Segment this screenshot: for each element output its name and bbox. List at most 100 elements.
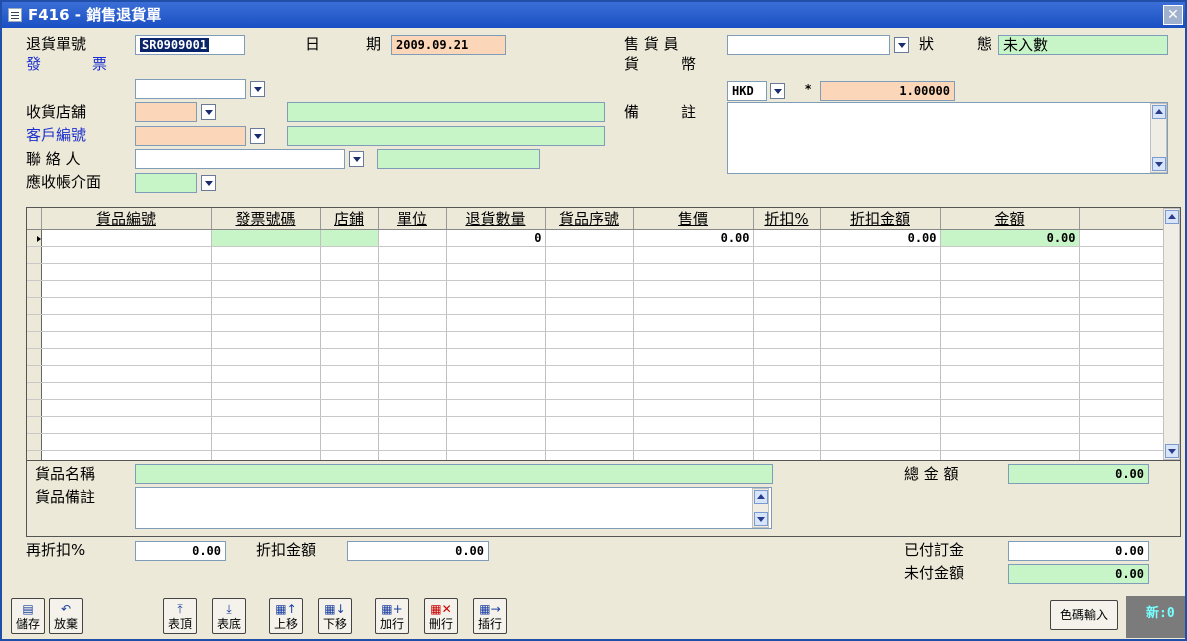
contact-dropdown-icon[interactable]	[349, 151, 364, 167]
grid-cell[interactable]	[446, 280, 546, 298]
table-row[interactable]	[27, 331, 1165, 349]
grid-cell[interactable]	[446, 450, 546, 460]
grid-cell[interactable]	[545, 365, 634, 383]
table-row[interactable]	[27, 433, 1165, 451]
discount-amount-field[interactable]: 0.00	[347, 541, 489, 561]
grid-cell[interactable]	[940, 297, 1080, 315]
grid-cell[interactable]	[211, 433, 321, 451]
contact-field[interactable]	[135, 149, 345, 169]
grid-header-col-6[interactable]: 售價	[633, 208, 754, 230]
grid-cell[interactable]	[378, 382, 447, 400]
discard-button[interactable]: ↶ 放棄	[49, 598, 83, 634]
grid-cell[interactable]	[545, 280, 634, 298]
grid-cell[interactable]	[320, 450, 379, 460]
grid-cell[interactable]	[378, 314, 447, 332]
grid-cell[interactable]	[41, 399, 212, 417]
grid-cell[interactable]	[753, 263, 821, 281]
grid-cell[interactable]	[820, 382, 941, 400]
invoice-field[interactable]	[135, 79, 246, 99]
grid-cell[interactable]	[378, 280, 447, 298]
grid-cell[interactable]	[41, 314, 212, 332]
table-row[interactable]	[27, 399, 1165, 417]
grid-cell[interactable]	[545, 229, 634, 247]
grid-cell[interactable]	[378, 365, 447, 383]
grid-cell[interactable]	[820, 365, 941, 383]
store-dropdown-icon[interactable]	[201, 104, 216, 120]
grid-cell[interactable]	[820, 314, 941, 332]
invoice-dropdown-icon[interactable]	[250, 81, 265, 97]
remarks-scroll-down-icon[interactable]	[754, 512, 768, 526]
grid-scroll-down-icon[interactable]	[1165, 444, 1179, 458]
grid-cell[interactable]	[41, 416, 212, 434]
grid-cell[interactable]	[753, 399, 821, 417]
grid-cell[interactable]	[378, 348, 447, 366]
customer-label[interactable]: 客戶編號	[26, 124, 86, 145]
table-row[interactable]	[27, 263, 1165, 281]
row-indicator[interactable]	[27, 416, 42, 434]
table-row[interactable]	[27, 280, 1165, 298]
grid-cell[interactable]	[320, 263, 379, 281]
grid-cell[interactable]	[41, 280, 212, 298]
grid-cell[interactable]	[820, 331, 941, 349]
grid-cell[interactable]	[940, 246, 1080, 264]
grid-cell[interactable]	[820, 416, 941, 434]
grid-cell[interactable]	[940, 263, 1080, 281]
grid-cell[interactable]	[633, 280, 754, 298]
grid-cell[interactable]	[378, 263, 447, 281]
grid-cell[interactable]	[820, 348, 941, 366]
grid-cell[interactable]	[446, 399, 546, 417]
grid-cell[interactable]	[378, 433, 447, 451]
grid-header-col-0[interactable]: 貨品編號	[41, 208, 212, 230]
table-row[interactable]	[27, 382, 1165, 400]
grid-cell[interactable]	[940, 399, 1080, 417]
table-row[interactable]	[27, 348, 1165, 366]
grid-cell[interactable]	[820, 246, 941, 264]
grid-cell[interactable]	[633, 297, 754, 315]
grid-cell[interactable]	[378, 416, 447, 434]
grid-cell[interactable]	[545, 297, 634, 315]
insert-row-button[interactable]: ▦→ 插行	[473, 598, 507, 634]
grid-cell[interactable]	[545, 399, 634, 417]
grid-cell[interactable]	[545, 433, 634, 451]
grid-header-col-1[interactable]: 發票號碼	[211, 208, 321, 230]
grid-cell[interactable]	[820, 450, 941, 460]
grid-cell[interactable]	[753, 246, 821, 264]
grid-cell[interactable]	[320, 433, 379, 451]
grid-cell[interactable]	[820, 280, 941, 298]
grid-cell[interactable]	[633, 246, 754, 264]
date-field[interactable]: 2009.09.21	[391, 35, 506, 55]
grid-cell[interactable]	[633, 314, 754, 332]
return-no-field[interactable]: SR0909001	[135, 35, 245, 55]
table-row[interactable]	[27, 416, 1165, 434]
grid-cell[interactable]: 0	[446, 229, 546, 247]
grid-cell[interactable]	[633, 399, 754, 417]
grid-header-col-8[interactable]: 折扣金額	[820, 208, 941, 230]
save-button[interactable]: ▤ 儲存	[11, 598, 45, 634]
ar-interface-dropdown-icon[interactable]	[201, 175, 216, 191]
grid-cell[interactable]	[378, 399, 447, 417]
grid-cell[interactable]	[820, 399, 941, 417]
grid-cell[interactable]	[446, 314, 546, 332]
grid-cell[interactable]	[446, 331, 546, 349]
grid-cell[interactable]	[446, 263, 546, 281]
grid-cell[interactable]	[41, 297, 212, 315]
table-row[interactable]	[27, 246, 1165, 264]
grid-cell[interactable]	[378, 246, 447, 264]
grid-cell[interactable]	[320, 314, 379, 332]
grid-cell[interactable]	[753, 433, 821, 451]
exchange-rate-field[interactable]: 1.00000	[820, 81, 955, 101]
grid-cell[interactable]	[940, 450, 1080, 460]
row-indicator[interactable]	[27, 331, 42, 349]
grid-cell[interactable]	[753, 280, 821, 298]
grid-cell[interactable]	[378, 450, 447, 460]
grid-cell[interactable]	[940, 331, 1080, 349]
grid-cell[interactable]	[753, 382, 821, 400]
scroll-up-icon[interactable]	[1152, 105, 1166, 119]
grid-cell[interactable]	[545, 263, 634, 281]
remarks-scrollbar[interactable]	[1150, 103, 1167, 173]
invoice-label-part2[interactable]: 票	[92, 53, 107, 74]
row-indicator[interactable]	[27, 297, 42, 315]
grid-cell[interactable]	[211, 263, 321, 281]
grid-cell[interactable]	[545, 382, 634, 400]
row-indicator[interactable]	[27, 365, 42, 383]
